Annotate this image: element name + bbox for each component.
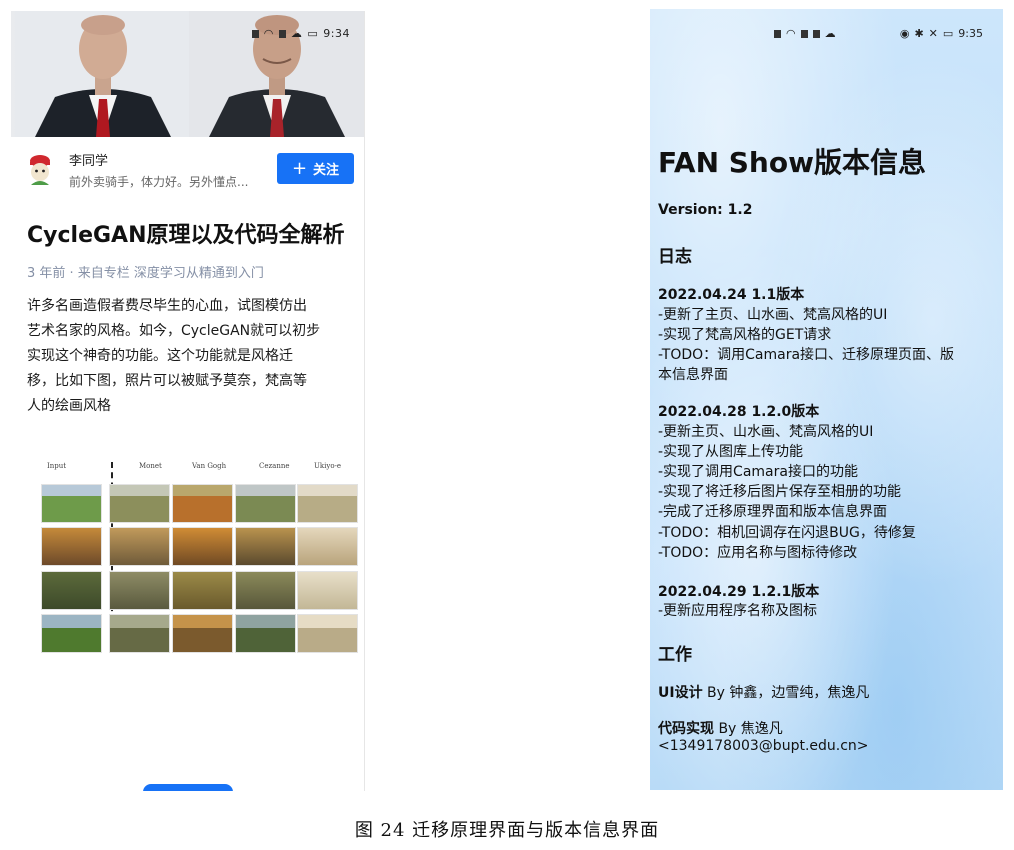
- mute-icon: ✕: [928, 27, 938, 40]
- figure-thumbnail: [297, 614, 358, 653]
- body-line: 许多名画造假者费尽毕生的心血，试图模仿出: [27, 298, 307, 314]
- log-item: -完成了迁移原理界面和版本信息界面: [658, 504, 888, 520]
- author-name[interactable]: 李同学: [69, 150, 108, 169]
- body-line: 艺术名家的风格。如今，CycleGAN就可以初步: [27, 323, 321, 339]
- article-screen: ◠ ☁ ▭ 9:34 李同学 前外卖骑手，体力好。另外懂点... + 关注 Cy…: [11, 11, 365, 791]
- bluetooth-icon: ✱: [914, 27, 924, 40]
- gallery-icon: [812, 29, 820, 38]
- log-item: -TODO：调用Camara接口、迁移原理页面、版: [658, 347, 955, 363]
- body-line: 实现这个神奇的功能。这个功能就是风格迁: [27, 348, 293, 364]
- figure-column-label: Cezanne: [259, 462, 290, 470]
- follow-button[interactable]: + 关注: [277, 153, 354, 184]
- ui-design-credit: UI设计 By 钟鑫，边雪纯，焦逸凡: [658, 682, 869, 702]
- figure-column-label: Ukiyo-e: [314, 462, 342, 470]
- body-line: 移，比如下图，照片可以被赋予莫奈，梵高等: [27, 373, 307, 389]
- log-date: 2022.04.28 1.2.0版本: [658, 404, 820, 420]
- bottom-action-bar[interactable]: [143, 784, 233, 791]
- figure-thumbnail: [109, 527, 170, 566]
- figure-thumbnail: [297, 527, 358, 566]
- log-item: -实现了从图库上传功能: [658, 444, 804, 460]
- author-row[interactable]: 李同学 前外卖骑手，体力好。另外懂点... + 关注: [11, 141, 364, 197]
- code-label: 代码实现: [658, 721, 714, 737]
- log-item: -TODO：相机回调存在闪退BUG，待修复: [658, 525, 916, 541]
- figure-thumbnail: [41, 527, 102, 566]
- article-header-image: ◠ ☁ ▭ 9:34: [11, 11, 364, 137]
- figure-thumbnail: [41, 571, 102, 610]
- figure-thumbnail: [172, 614, 233, 653]
- follow-label: 关注: [313, 163, 340, 178]
- log-item: -实现了将迁移后图片保存至相册的功能: [658, 484, 902, 500]
- figure-column-label: Monet: [139, 462, 162, 470]
- article-title: CycleGAN原理以及代码全解析: [27, 223, 345, 248]
- log-item: -更新主页、山水画、梵高风格的UI: [658, 424, 874, 440]
- code-author: By 焦逸凡: [714, 721, 783, 737]
- log-item: -实现了梵高风格的GET请求: [658, 327, 832, 343]
- cloud-icon: ☁: [824, 27, 836, 40]
- cloud-icon: ☁: [290, 27, 303, 40]
- style-transfer-figure: Input Monet Van Gogh Cezanne Ukiyo-e: [29, 462, 358, 653]
- version-text: Version: 1.2: [658, 202, 753, 218]
- log-item: -实现了调用Camara接口的功能: [658, 464, 858, 480]
- body-line: 人的绘画风格: [27, 398, 111, 414]
- figure-thumbnail: [109, 614, 170, 653]
- log-item: -TODO：应用名称与图标待修改: [658, 545, 858, 561]
- contact-email[interactable]: <1349178003@bupt.edu.cn>: [658, 738, 869, 754]
- figure-thumbnail: [235, 484, 296, 523]
- work-heading: 工作: [658, 645, 692, 665]
- figure-thumbnail: [41, 614, 102, 653]
- code-credit: 代码实现 By 焦逸凡: [658, 718, 783, 738]
- status-time: 9:34: [323, 27, 350, 40]
- eye-icon: ◉: [899, 27, 910, 40]
- figure-thumbnail: [41, 484, 102, 523]
- battery-icon: ▭: [307, 27, 319, 40]
- wifi-icon: ◠: [786, 27, 796, 40]
- camera-icon: [278, 29, 286, 38]
- figure-thumbnail: [235, 614, 296, 653]
- status-bar: ◠ ☁ ▭ 9:34: [251, 27, 350, 40]
- camera-icon: [800, 29, 808, 38]
- figure-thumbnail: [172, 527, 233, 566]
- log-date: 2022.04.24 1.1版本: [658, 287, 805, 303]
- figure-thumbnail: [109, 484, 170, 523]
- figure-thumbnail: [297, 571, 358, 610]
- ui-design-label: UI设计: [658, 685, 703, 701]
- log-heading: 日志: [658, 247, 692, 267]
- figure-thumbnail: [235, 527, 296, 566]
- author-description: 前外卖骑手，体力好。另外懂点...: [69, 175, 249, 189]
- figure-thumbnail: [235, 571, 296, 610]
- sim-icon: [774, 29, 781, 38]
- article-body: 许多名画造假者费尽毕生的心血，试图模仿出 艺术名家的风格。如今，CycleGAN…: [27, 294, 353, 419]
- log-item: -更新应用程序名称及图标: [658, 603, 818, 619]
- figure-thumbnail: [172, 571, 233, 610]
- figure-thumbnail: [297, 484, 358, 523]
- log-item: 本信息界面: [658, 367, 728, 383]
- avatar[interactable]: [25, 151, 55, 185]
- figure-column-label: Van Gogh: [192, 462, 227, 470]
- figure-column-label: Input: [47, 462, 67, 470]
- article-meta[interactable]: 3 年前 · 来自专栏 深度学习从精通到入门: [27, 262, 264, 281]
- figure-caption: 图 24 迁移原理界面与版本信息界面: [354, 820, 660, 841]
- figure-thumbnail: [172, 484, 233, 523]
- version-info-screen: ◠ ☁ ◉ ✱ ✕ ▭ 9:35 FAN Show版本信息 Version: 1…: [650, 9, 1003, 790]
- ui-design-names: By 钟鑫，边雪纯，焦逸凡: [702, 685, 870, 701]
- log-date: 2022.04.29 1.2.1版本: [658, 584, 820, 600]
- battery-icon: ▭: [942, 27, 954, 40]
- plus-icon: +: [291, 157, 308, 179]
- page-title: FAN Show版本信息: [658, 146, 926, 179]
- figure-thumbnail: [109, 571, 170, 610]
- sim-icon: [251, 29, 259, 38]
- status-time: 9:35: [958, 27, 983, 40]
- status-bar: ◠ ☁ ◉ ✱ ✕ ▭ 9:35: [650, 27, 1003, 41]
- portrait-image: [15, 11, 190, 137]
- log-item: -更新了主页、山水画、梵高风格的UI: [658, 307, 888, 323]
- wifi-icon: ◠: [263, 27, 274, 40]
